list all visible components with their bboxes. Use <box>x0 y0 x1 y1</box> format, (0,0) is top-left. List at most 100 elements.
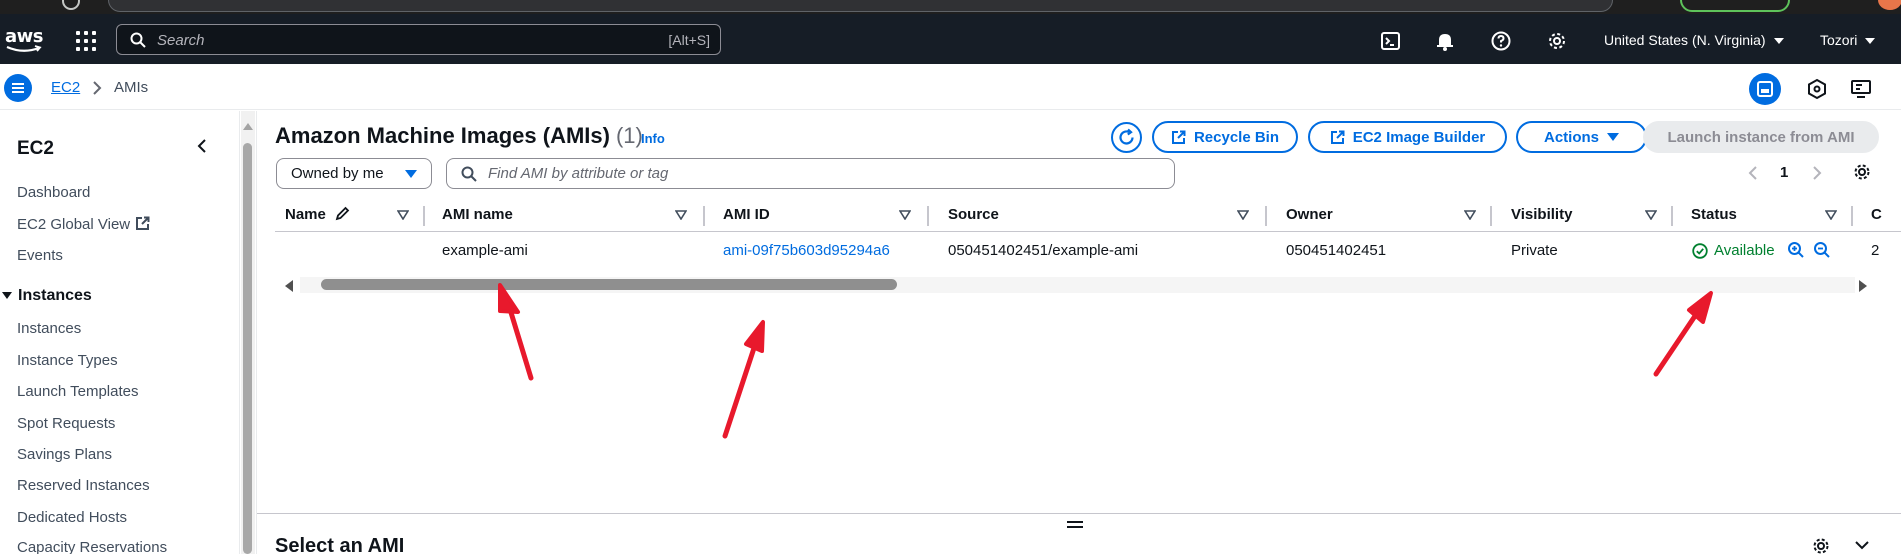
split-panel-icon[interactable] <box>1749 73 1781 105</box>
sort-caret-icon[interactable] <box>899 210 911 220</box>
column-header-status[interactable]: Status <box>1691 206 1737 223</box>
annotation-arrow-ami-id <box>722 320 765 439</box>
region-label: United States (N. Virginia) <box>1604 32 1766 48</box>
page-title-text: Amazon Machine Images (AMIs) <box>275 123 610 148</box>
ec2-image-builder-button[interactable]: EC2 Image Builder <box>1308 121 1507 153</box>
collapse-sidebar-icon[interactable] <box>196 138 208 154</box>
search-shortcut: [Alt+S] <box>668 32 710 48</box>
security-hexagon-icon[interactable] <box>1806 78 1828 100</box>
browser-tab-strip <box>0 0 1901 14</box>
breadcrumb-current: AMIs <box>114 79 149 96</box>
owner-filter-select[interactable]: Owned by me <box>276 158 432 189</box>
recycle-bin-button[interactable]: Recycle Bin <box>1152 121 1298 153</box>
sidebar-item-instance-types[interactable]: Instance Types <box>17 352 118 369</box>
global-search-input[interactable]: Search [Alt+S] <box>116 24 721 55</box>
recycle-bin-label: Recycle Bin <box>1193 128 1280 146</box>
column-header-visibility[interactable]: Visibility <box>1511 206 1572 223</box>
column-header-creation[interactable]: C <box>1871 206 1882 223</box>
column-name-label: Name <box>285 206 326 223</box>
sidebar-item-capacity-reservations[interactable]: Capacity Reservations <box>17 539 167 554</box>
sidebar-item-instances[interactable]: Instances <box>17 320 81 337</box>
owner-filter-value: Owned by me <box>291 165 384 182</box>
column-divider[interactable] <box>927 206 929 226</box>
column-divider[interactable] <box>423 206 425 226</box>
sidebar-section-label: Instances <box>18 287 92 304</box>
account-menu[interactable]: Tozori <box>1820 32 1876 48</box>
column-header-name[interactable]: Name <box>285 206 350 223</box>
sidebar-item-global-view[interactable]: EC2 Global View <box>17 216 150 233</box>
info-link[interactable]: Info <box>641 131 665 146</box>
search-icon <box>130 32 146 48</box>
feedback-screen-icon[interactable] <box>1850 78 1872 100</box>
sidebar-scrollbar-thumb[interactable] <box>243 143 252 554</box>
sort-caret-icon[interactable] <box>675 210 687 220</box>
breadcrumb-ec2-link[interactable]: EC2 <box>51 79 80 96</box>
launch-instance-from-ami-button[interactable]: Launch instance from AMI <box>1643 121 1879 153</box>
column-divider[interactable] <box>1671 206 1673 226</box>
browser-extension-icon[interactable] <box>1878 0 1901 10</box>
refresh-button[interactable] <box>1111 122 1142 153</box>
external-link-icon <box>1171 130 1186 144</box>
find-ami-input[interactable]: Find AMI by attribute or tag <box>446 158 1175 189</box>
ec2-side-navigation: EC2 Dashboard EC2 Global View Events Ins… <box>0 111 240 554</box>
notifications-bell-icon[interactable] <box>1434 30 1456 52</box>
column-header-owner[interactable]: Owner <box>1286 206 1333 223</box>
settings-gear-icon[interactable] <box>1546 30 1568 52</box>
caret-down-icon <box>1607 133 1619 141</box>
horizontal-scrollbar-thumb[interactable] <box>321 279 897 290</box>
next-page-icon[interactable] <box>1811 165 1823 181</box>
browser-profile-button[interactable] <box>1680 0 1790 12</box>
sidebar-item-events[interactable]: Events <box>17 247 63 264</box>
browser-reload-icon[interactable] <box>62 0 80 10</box>
cloudshell-icon[interactable] <box>1380 30 1402 52</box>
current-page-number[interactable]: 1 <box>1780 164 1788 181</box>
browser-address-bar[interactable] <box>108 0 1613 12</box>
zoom-in-icon[interactable] <box>1787 241 1805 259</box>
side-nav-toggle-icon[interactable] <box>4 74 32 102</box>
cell-status: Available <box>1692 242 1775 259</box>
zoom-out-icon[interactable] <box>1813 241 1831 259</box>
aws-logo[interactable]: aws <box>5 28 44 52</box>
column-header-ami-id[interactable]: AMI ID <box>723 206 770 223</box>
search-icon <box>461 166 477 182</box>
sidebar-item-savings-plans[interactable]: Savings Plans <box>17 446 112 463</box>
scroll-left-arrow-icon[interactable] <box>285 280 293 292</box>
external-link-icon <box>1330 130 1345 144</box>
actions-dropdown-button[interactable]: Actions <box>1516 121 1647 153</box>
sort-caret-icon[interactable] <box>1237 210 1249 220</box>
column-header-source[interactable]: Source <box>948 206 999 223</box>
split-panel-resize-handle[interactable] <box>1067 521 1083 531</box>
column-divider[interactable] <box>703 206 705 226</box>
sidebar-item-dedicated-hosts[interactable]: Dedicated Hosts <box>17 509 127 526</box>
refresh-icon <box>1119 128 1134 145</box>
cell-owner: 050451402451 <box>1286 242 1387 259</box>
previous-page-icon[interactable] <box>1747 165 1759 181</box>
sort-caret-icon[interactable] <box>1464 210 1476 220</box>
table-preferences-gear-icon[interactable] <box>1852 162 1872 182</box>
scroll-right-arrow-icon[interactable] <box>1859 280 1867 292</box>
sidebar-title: EC2 <box>17 138 54 159</box>
cell-ami-id-link[interactable]: ami-09f75b603d95294a6 <box>723 242 890 259</box>
table-header: Name AMI name AMI ID Source Owner Visibi… <box>275 200 1901 232</box>
scroll-up-arrow-icon[interactable] <box>243 123 253 130</box>
services-menu-icon[interactable] <box>76 31 96 51</box>
column-divider[interactable] <box>1490 206 1492 226</box>
column-header-ami-name[interactable]: AMI name <box>442 206 513 223</box>
annotation-arrow-ami-name <box>498 283 534 381</box>
chevron-down-icon[interactable] <box>1854 539 1870 551</box>
region-selector[interactable]: United States (N. Virginia) <box>1604 32 1784 48</box>
column-divider[interactable] <box>1265 206 1267 226</box>
column-divider[interactable] <box>1851 206 1853 226</box>
sort-caret-icon[interactable] <box>1825 210 1837 220</box>
sort-caret-icon[interactable] <box>397 210 409 220</box>
sidebar-item-reserved-instances[interactable]: Reserved Instances <box>17 477 150 494</box>
help-icon[interactable] <box>1490 30 1512 52</box>
annotation-arrow-status <box>1653 291 1713 377</box>
sort-caret-icon[interactable] <box>1645 210 1657 220</box>
caret-down-icon <box>405 170 417 178</box>
split-panel-preferences-gear-icon[interactable] <box>1811 536 1831 556</box>
sidebar-item-spot-requests[interactable]: Spot Requests <box>17 415 115 432</box>
sidebar-section-instances[interactable]: Instances <box>2 287 92 305</box>
sidebar-item-dashboard[interactable]: Dashboard <box>17 184 90 201</box>
sidebar-item-launch-templates[interactable]: Launch Templates <box>17 383 138 400</box>
